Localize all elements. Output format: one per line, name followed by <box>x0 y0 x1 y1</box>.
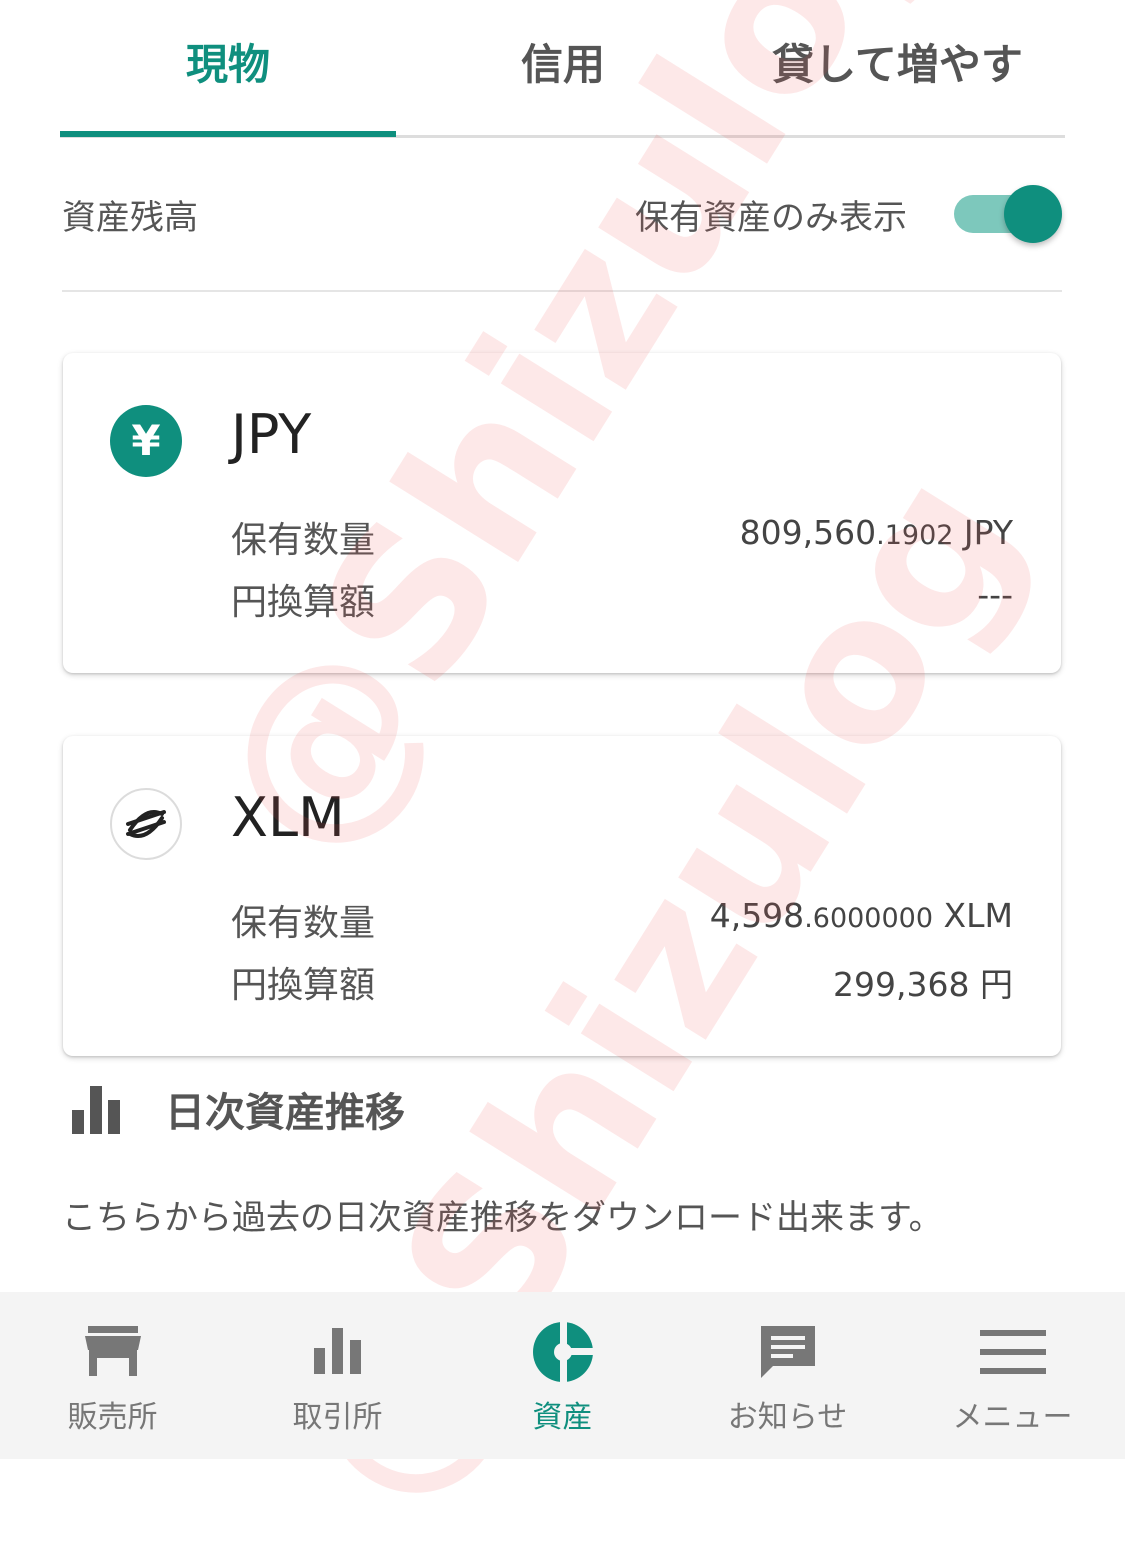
menu-icon <box>980 1320 1046 1386</box>
jpy-value-label: 円換算額 <box>231 582 376 623</box>
yen-icon: ¥ <box>110 405 182 477</box>
quantity-decimal: .1902 <box>876 520 954 551</box>
jpy-value-label: 円換算額 <box>231 965 376 1006</box>
bar-chart-icon <box>305 1320 371 1386</box>
nav-news[interactable]: お知らせ <box>675 1292 900 1459</box>
quantity-label: 保有数量 <box>231 520 376 561</box>
quantity-unit: JPY <box>953 513 1013 552</box>
jpy-value-row: 円換算額 299,368 円 <box>231 956 1013 1006</box>
header-divider <box>62 290 1062 292</box>
nav-exchange-label: 取引所 <box>292 1400 383 1435</box>
daily-history-download-link[interactable]: こちらから過去の日次資産推移をダウンロード出来ます。 <box>62 1190 943 1239</box>
quantity-unit: XLM <box>933 896 1013 935</box>
jpy-value: --- <box>977 575 1013 614</box>
balance-header: 資産残高 保有資産のみ表示 <box>62 180 1062 250</box>
nav-menu[interactable]: メニュー <box>900 1292 1125 1459</box>
tab-bar: 現物 信用 貸して増やす <box>0 0 1125 140</box>
daily-history-heading: 日次資産推移 <box>70 1080 670 1140</box>
tab-spot[interactable]: 現物 <box>60 30 396 100</box>
quantity-row: 保有数量 4,598.6000000 XLM <box>231 894 1013 944</box>
quantity-row: 保有数量 809,560.1902 JPY <box>231 511 1013 561</box>
jpy-value-row: 円換算額 --- <box>231 573 1013 623</box>
stellar-icon <box>110 788 182 860</box>
pie-chart-icon <box>530 1320 596 1386</box>
nav-assets[interactable]: 資産 <box>450 1292 675 1459</box>
tab-active-indicator <box>60 131 396 137</box>
tab-lending[interactable]: 貸して増やす <box>730 30 1065 100</box>
asset-name: JPY <box>231 403 312 466</box>
store-icon <box>80 1320 146 1386</box>
quantity-value: 4,598.6000000 XLM <box>710 896 1013 935</box>
bar-chart-icon <box>70 1084 122 1134</box>
nav-sales-label: 販売所 <box>67 1400 158 1435</box>
nav-assets-label: 資産 <box>532 1400 593 1435</box>
asset-card-xlm[interactable]: XLM 保有数量 4,598.6000000 XLM 円換算額 299,368 … <box>63 736 1061 1056</box>
message-icon <box>755 1320 821 1386</box>
nav-exchange[interactable]: 取引所 <box>225 1292 450 1459</box>
asset-name: XLM <box>231 786 345 849</box>
balance-title: 資産残高 <box>62 198 198 238</box>
nav-sales[interactable]: 販売所 <box>0 1292 225 1459</box>
bottom-navigation: 販売所 取引所 資産 お知らせ メニュー <box>0 1292 1125 1459</box>
holdings-only-label: 保有資産のみ表示 <box>635 198 907 238</box>
daily-history-title: 日次資産推移 <box>165 1090 405 1136</box>
tab-margin[interactable]: 信用 <box>396 30 730 100</box>
nav-news-label: お知らせ <box>727 1400 848 1435</box>
nav-menu-label: メニュー <box>952 1400 1073 1435</box>
quantity-integer: 4,598 <box>709 896 805 935</box>
quantity-decimal: .6000000 <box>804 903 934 934</box>
jpy-value: 299,368 円 <box>833 965 1013 1004</box>
quantity-integer: 809,560 <box>739 513 877 552</box>
quantity-label: 保有数量 <box>231 903 376 944</box>
quantity-value: 809,560.1902 JPY <box>740 513 1013 552</box>
holdings-only-toggle[interactable] <box>954 185 1062 243</box>
asset-card-jpy[interactable]: ¥ JPY 保有数量 809,560.1902 JPY 円換算額 --- <box>63 353 1061 673</box>
toggle-knob <box>1004 185 1062 243</box>
